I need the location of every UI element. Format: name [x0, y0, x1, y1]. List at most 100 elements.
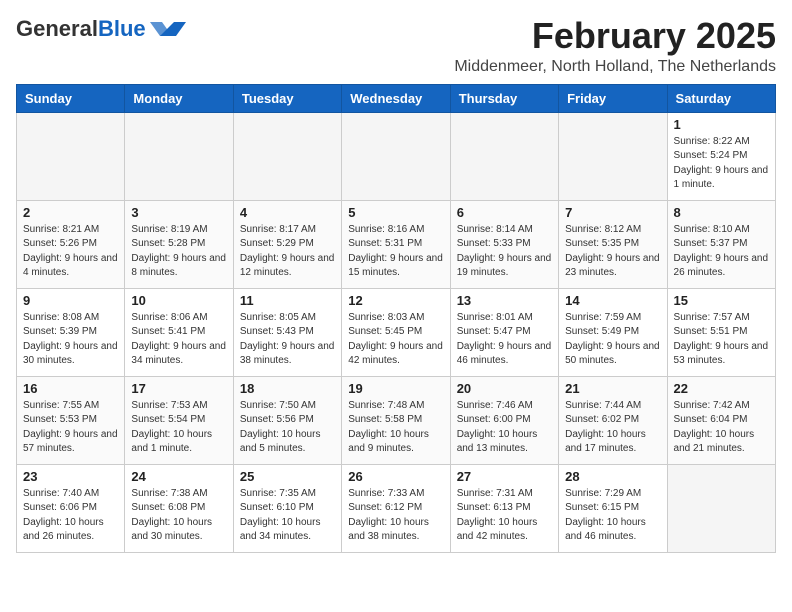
- day-info: Sunrise: 7:31 AM Sunset: 6:13 PM Dayligh…: [457, 487, 552, 545]
- weekday-header: Monday: [125, 84, 233, 112]
- day-number: 27: [457, 469, 552, 484]
- day-info: Sunrise: 7:55 AM Sunset: 5:53 PM Dayligh…: [23, 399, 118, 457]
- calendar-cell: 6 Sunrise: 8:14 AM Sunset: 5:33 PM Daylig…: [450, 200, 558, 288]
- day-info: Sunrise: 8:05 AM Sunset: 5:43 PM Dayligh…: [240, 311, 335, 369]
- calendar-cell: 24 Sunrise: 7:38 AM Sunset: 6:08 PM Dayli…: [125, 464, 233, 552]
- calendar-cell: 15 Sunrise: 7:57 AM Sunset: 5:51 PM Dayli…: [667, 288, 775, 376]
- calendar-week-row: 1 Sunrise: 8:22 AM Sunset: 5:24 PM Daylig…: [17, 112, 776, 200]
- weekday-header: Saturday: [667, 84, 775, 112]
- calendar-week-row: 16 Sunrise: 7:55 AM Sunset: 5:53 PM Dayli…: [17, 376, 776, 464]
- calendar-cell: 23 Sunrise: 7:40 AM Sunset: 6:06 PM Dayli…: [17, 464, 125, 552]
- calendar-cell: 20 Sunrise: 7:46 AM Sunset: 6:00 PM Dayli…: [450, 376, 558, 464]
- day-number: 2: [23, 205, 118, 220]
- day-number: 23: [23, 469, 118, 484]
- calendar-cell: 1 Sunrise: 8:22 AM Sunset: 5:24 PM Daylig…: [667, 112, 775, 200]
- weekday-header: Thursday: [450, 84, 558, 112]
- calendar-header-row: SundayMondayTuesdayWednesdayThursdayFrid…: [17, 84, 776, 112]
- calendar-cell: 3 Sunrise: 8:19 AM Sunset: 5:28 PM Daylig…: [125, 200, 233, 288]
- day-number: 14: [565, 293, 660, 308]
- calendar-cell: 17 Sunrise: 7:53 AM Sunset: 5:54 PM Dayli…: [125, 376, 233, 464]
- day-info: Sunrise: 7:42 AM Sunset: 6:04 PM Dayligh…: [674, 399, 769, 457]
- calendar-cell: [559, 112, 667, 200]
- day-info: Sunrise: 8:22 AM Sunset: 5:24 PM Dayligh…: [674, 135, 769, 193]
- day-info: Sunrise: 8:06 AM Sunset: 5:41 PM Dayligh…: [131, 311, 226, 369]
- weekday-header: Sunday: [17, 84, 125, 112]
- day-number: 22: [674, 381, 769, 396]
- day-info: Sunrise: 8:03 AM Sunset: 5:45 PM Dayligh…: [348, 311, 443, 369]
- calendar-cell: 5 Sunrise: 8:16 AM Sunset: 5:31 PM Daylig…: [342, 200, 450, 288]
- day-number: 10: [131, 293, 226, 308]
- day-info: Sunrise: 7:44 AM Sunset: 6:02 PM Dayligh…: [565, 399, 660, 457]
- calendar-cell: 8Sunrise: 8:10 AM Sunset: 5:37 PM Daylig…: [667, 200, 775, 288]
- header: GeneralBlue February 2025 Middenmeer, No…: [16, 16, 776, 76]
- day-number: 18: [240, 381, 335, 396]
- day-number: 3: [131, 205, 226, 220]
- day-info: Sunrise: 8:21 AM Sunset: 5:26 PM Dayligh…: [23, 223, 118, 281]
- location-title: Middenmeer, North Holland, The Netherlan…: [454, 58, 776, 76]
- day-number: 4: [240, 205, 335, 220]
- day-number: 1: [674, 117, 769, 132]
- day-info: Sunrise: 7:50 AM Sunset: 5:56 PM Dayligh…: [240, 399, 335, 457]
- day-info: Sunrise: 7:59 AM Sunset: 5:49 PM Dayligh…: [565, 311, 660, 369]
- day-info: Sunrise: 7:46 AM Sunset: 6:00 PM Dayligh…: [457, 399, 552, 457]
- calendar-cell: 2 Sunrise: 8:21 AM Sunset: 5:26 PM Daylig…: [17, 200, 125, 288]
- calendar-cell: 10 Sunrise: 8:06 AM Sunset: 5:41 PM Dayli…: [125, 288, 233, 376]
- calendar-cell: [233, 112, 341, 200]
- day-number: 8: [674, 205, 769, 220]
- day-number: 19: [348, 381, 443, 396]
- day-info: Sunrise: 7:38 AM Sunset: 6:08 PM Dayligh…: [131, 487, 226, 545]
- calendar-cell: 16 Sunrise: 7:55 AM Sunset: 5:53 PM Dayli…: [17, 376, 125, 464]
- day-number: 6: [457, 205, 552, 220]
- day-number: 5: [348, 205, 443, 220]
- calendar-week-row: 9Sunrise: 8:08 AM Sunset: 5:39 PM Daylig…: [17, 288, 776, 376]
- calendar-cell: 26Sunrise: 7:33 AM Sunset: 6:12 PM Dayli…: [342, 464, 450, 552]
- day-info: Sunrise: 8:01 AM Sunset: 5:47 PM Dayligh…: [457, 311, 552, 369]
- day-number: 15: [674, 293, 769, 308]
- weekday-header: Wednesday: [342, 84, 450, 112]
- day-info: Sunrise: 8:17 AM Sunset: 5:29 PM Dayligh…: [240, 223, 335, 281]
- calendar-cell: 21 Sunrise: 7:44 AM Sunset: 6:02 PM Dayli…: [559, 376, 667, 464]
- calendar-cell: 28Sunrise: 7:29 AM Sunset: 6:15 PM Dayli…: [559, 464, 667, 552]
- calendar-week-row: 2 Sunrise: 8:21 AM Sunset: 5:26 PM Daylig…: [17, 200, 776, 288]
- day-number: 24: [131, 469, 226, 484]
- logo-icon: [150, 18, 186, 40]
- month-title: February 2025: [454, 16, 776, 56]
- day-info: Sunrise: 7:40 AM Sunset: 6:06 PM Dayligh…: [23, 487, 118, 545]
- calendar-cell: [17, 112, 125, 200]
- calendar-cell: [450, 112, 558, 200]
- calendar-cell: 13Sunrise: 8:01 AM Sunset: 5:47 PM Dayli…: [450, 288, 558, 376]
- day-info: Sunrise: 7:33 AM Sunset: 6:12 PM Dayligh…: [348, 487, 443, 545]
- day-number: 25: [240, 469, 335, 484]
- day-info: Sunrise: 8:08 AM Sunset: 5:39 PM Dayligh…: [23, 311, 118, 369]
- calendar-cell: 19 Sunrise: 7:48 AM Sunset: 5:58 PM Dayli…: [342, 376, 450, 464]
- calendar-cell: 4 Sunrise: 8:17 AM Sunset: 5:29 PM Daylig…: [233, 200, 341, 288]
- calendar-cell: [342, 112, 450, 200]
- calendar-cell: [667, 464, 775, 552]
- day-number: 7: [565, 205, 660, 220]
- day-number: 20: [457, 381, 552, 396]
- day-number: 11: [240, 293, 335, 308]
- day-info: Sunrise: 7:53 AM Sunset: 5:54 PM Dayligh…: [131, 399, 226, 457]
- day-info: Sunrise: 7:29 AM Sunset: 6:15 PM Dayligh…: [565, 487, 660, 545]
- calendar-cell: 25 Sunrise: 7:35 AM Sunset: 6:10 PM Dayli…: [233, 464, 341, 552]
- calendar-cell: 18 Sunrise: 7:50 AM Sunset: 5:56 PM Dayli…: [233, 376, 341, 464]
- calendar-cell: 12 Sunrise: 8:03 AM Sunset: 5:45 PM Dayli…: [342, 288, 450, 376]
- logo: GeneralBlue: [16, 16, 186, 42]
- day-info: Sunrise: 8:14 AM Sunset: 5:33 PM Dayligh…: [457, 223, 552, 281]
- weekday-header: Tuesday: [233, 84, 341, 112]
- calendar-cell: 22 Sunrise: 7:42 AM Sunset: 6:04 PM Dayli…: [667, 376, 775, 464]
- day-info: Sunrise: 7:35 AM Sunset: 6:10 PM Dayligh…: [240, 487, 335, 545]
- title-area: February 2025 Middenmeer, North Holland,…: [454, 16, 776, 76]
- day-number: 21: [565, 381, 660, 396]
- day-info: Sunrise: 7:48 AM Sunset: 5:58 PM Dayligh…: [348, 399, 443, 457]
- day-number: 16: [23, 381, 118, 396]
- logo-text: GeneralBlue: [16, 16, 146, 42]
- day-number: 17: [131, 381, 226, 396]
- day-info: Sunrise: 8:19 AM Sunset: 5:28 PM Dayligh…: [131, 223, 226, 281]
- day-number: 12: [348, 293, 443, 308]
- day-info: Sunrise: 7:57 AM Sunset: 5:51 PM Dayligh…: [674, 311, 769, 369]
- calendar-cell: 14 Sunrise: 7:59 AM Sunset: 5:49 PM Dayli…: [559, 288, 667, 376]
- calendar-cell: [125, 112, 233, 200]
- calendar-cell: 27 Sunrise: 7:31 AM Sunset: 6:13 PM Dayli…: [450, 464, 558, 552]
- day-info: Sunrise: 8:16 AM Sunset: 5:31 PM Dayligh…: [348, 223, 443, 281]
